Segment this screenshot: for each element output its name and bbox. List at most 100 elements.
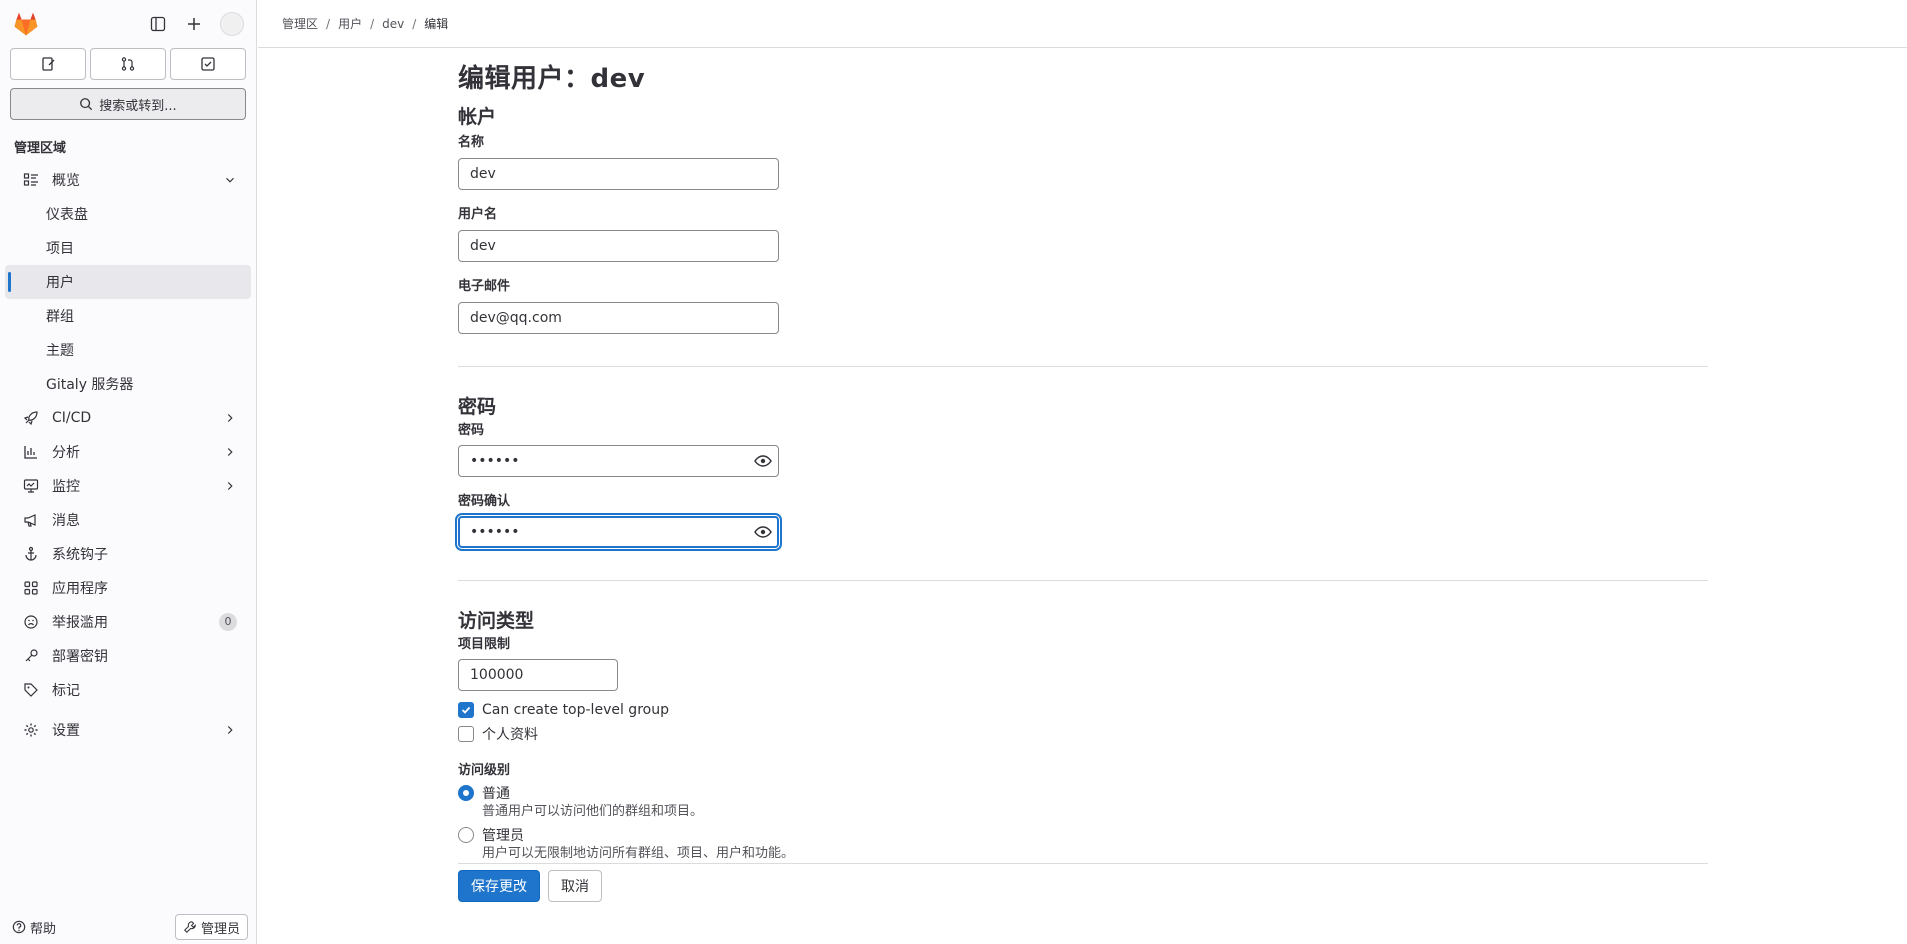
sidebar-item-labels[interactable]: 标记 <box>5 673 251 707</box>
email-label: 电子邮件 <box>458 279 511 294</box>
wrench-icon <box>183 921 196 933</box>
breadcrumb-user[interactable]: dev <box>382 17 404 31</box>
sidebar-item-label: 设置 <box>52 723 80 739</box>
breadcrumb-users[interactable]: 用户 <box>338 15 362 32</box>
sidebar-item-label: 标记 <box>52 683 80 699</box>
breadcrumb: 管理区 / 用户 / dev / 编辑 <box>258 0 1907 48</box>
admin-help-text: 用户可以无限制地访问所有群组、项目、用户和功能。 <box>482 846 795 861</box>
overview-icon <box>23 172 39 188</box>
breadcrumb-admin[interactable]: 管理区 <box>282 15 318 32</box>
sidebar-item-label: CI/CD <box>52 410 92 426</box>
breadcrumb-edit[interactable]: 编辑 <box>424 15 448 32</box>
key-icon <box>23 648 39 664</box>
sidebar-item-gitaly[interactable]: Gitaly 服务器 <box>5 367 251 401</box>
user-avatar[interactable] <box>220 12 244 36</box>
project-limit-label: 项目限制 <box>458 637 511 652</box>
project-limit-input[interactable]: 100000 <box>458 659 618 691</box>
access-level-label: 访问级别 <box>458 763 511 778</box>
access-level-regular[interactable]: 普通 <box>458 783 1708 803</box>
password-heading: 密码 <box>458 396 497 418</box>
breadcrumb-separator: / <box>412 16 417 31</box>
chevron-right-icon <box>227 482 233 490</box>
gitlab-logo-icon[interactable] <box>12 10 40 38</box>
todo-icon <box>201 57 215 71</box>
sidebar-item-label: 概览 <box>52 173 80 189</box>
password-label: 密码 <box>458 423 485 438</box>
divider <box>458 863 1708 864</box>
sidebar-section-title: 管理区域 <box>14 141 67 156</box>
sidebar-item-settings[interactable]: 设置 <box>5 713 251 747</box>
breadcrumb-separator: / <box>326 16 331 31</box>
admin-area-button[interactable]: 管理员 <box>174 914 248 940</box>
checkbox-checked[interactable] <box>458 702 474 718</box>
merge-requests-button[interactable] <box>90 48 166 80</box>
label-icon <box>23 682 39 698</box>
sidebar-header <box>0 0 256 48</box>
sidebar-item-users[interactable]: 用户 <box>5 265 251 299</box>
sidebar-item-analytics[interactable]: 分析 <box>5 435 251 469</box>
account-heading: 帐户 <box>458 106 497 128</box>
monitor-icon <box>23 478 39 494</box>
private-profile-option[interactable]: 个人资料 <box>458 724 1708 744</box>
can-create-group-label: Can create top-level group <box>482 702 669 718</box>
password-confirm-input[interactable]: •••••• <box>458 516 779 548</box>
username-input[interactable]: dev <box>458 230 779 262</box>
sidebar-item-abuse-reports[interactable]: 举报滥用 0 <box>5 605 251 639</box>
sidebar-item-projects[interactable]: 项目 <box>5 231 251 265</box>
sidebar-item-messages[interactable]: 消息 <box>5 503 251 537</box>
sidebar-item-overview[interactable]: 概览 <box>5 163 251 197</box>
access-level-admin[interactable]: 管理员 <box>458 825 1708 845</box>
search-icon <box>80 98 93 111</box>
merge-request-icon <box>121 57 135 71</box>
sidebar: 搜索或转到... 管理区域 概览 仪表盘 项目 用户 群组 主题 Gitaly … <box>0 0 257 944</box>
chevron-down-icon <box>226 177 234 183</box>
chevron-right-icon <box>227 726 233 734</box>
access-heading: 访问类型 <box>458 610 535 632</box>
sidebar-item-deploy-keys[interactable]: 部署密钥 <box>5 639 251 673</box>
applications-icon <box>23 580 39 596</box>
radio-selected[interactable] <box>458 785 474 801</box>
sidebar-item-label: 系统钩子 <box>52 547 108 563</box>
checkbox-unchecked[interactable] <box>458 726 474 742</box>
main-content: 编辑用户：dev 帐户 名称 dev 用户名 dev 电子邮件 dev@qq.c… <box>458 48 1708 902</box>
help-button[interactable]: 帮助 <box>8 918 56 937</box>
cancel-button[interactable]: 取消 <box>548 870 602 902</box>
breadcrumb-separator: / <box>370 16 375 31</box>
email-input[interactable]: dev@qq.com <box>458 302 779 334</box>
sidebar-item-cicd[interactable]: CI/CD <box>5 401 251 435</box>
sad-face-icon <box>23 614 39 630</box>
sidebar-item-label: 应用程序 <box>52 581 108 597</box>
page-title: 编辑用户：dev <box>458 64 646 94</box>
sidebar-item-applications[interactable]: 应用程序 <box>5 571 251 605</box>
sidebar-item-label: 部署密钥 <box>52 649 108 665</box>
password-confirm-value: •••••• <box>470 524 520 540</box>
sidebar-item-groups[interactable]: 群组 <box>5 299 251 333</box>
help-label: 帮助 <box>30 921 57 937</box>
regular-help-text: 普通用户可以访问他们的群组和项目。 <box>482 804 704 819</box>
regular-label: 普通 <box>482 786 510 802</box>
radio-unselected[interactable] <box>458 827 474 843</box>
private-profile-label: 个人资料 <box>482 727 538 743</box>
eye-icon[interactable] <box>754 524 772 540</box>
sidebar-item-label: 举报滥用 <box>52 615 108 631</box>
toggle-sidebar-icon[interactable] <box>148 14 168 34</box>
anchor-icon <box>23 546 39 562</box>
name-input[interactable]: dev <box>458 158 779 190</box>
abuse-count-badge: 0 <box>219 613 237 631</box>
create-new-icon[interactable] <box>184 14 204 34</box>
search-button[interactable]: 搜索或转到... <box>10 88 246 120</box>
password-value: •••••• <box>470 453 520 469</box>
sidebar-item-monitoring[interactable]: 监控 <box>5 469 251 503</box>
sidebar-item-system-hooks[interactable]: 系统钩子 <box>5 537 251 571</box>
sidebar-item-topics[interactable]: 主题 <box>5 333 251 367</box>
sidebar-item-label: 监控 <box>52 479 80 495</box>
bullhorn-icon <box>23 512 39 528</box>
todos-button[interactable] <box>170 48 246 80</box>
save-button[interactable]: 保存更改 <box>458 870 540 902</box>
eye-icon[interactable] <box>754 453 772 469</box>
sidebar-item-dashboard[interactable]: 仪表盘 <box>5 197 251 231</box>
issues-button[interactable] <box>10 48 86 80</box>
can-create-group-option[interactable]: Can create top-level group <box>458 700 1708 720</box>
password-input[interactable]: •••••• <box>458 445 779 477</box>
sidebar-item-label: 分析 <box>52 445 80 461</box>
